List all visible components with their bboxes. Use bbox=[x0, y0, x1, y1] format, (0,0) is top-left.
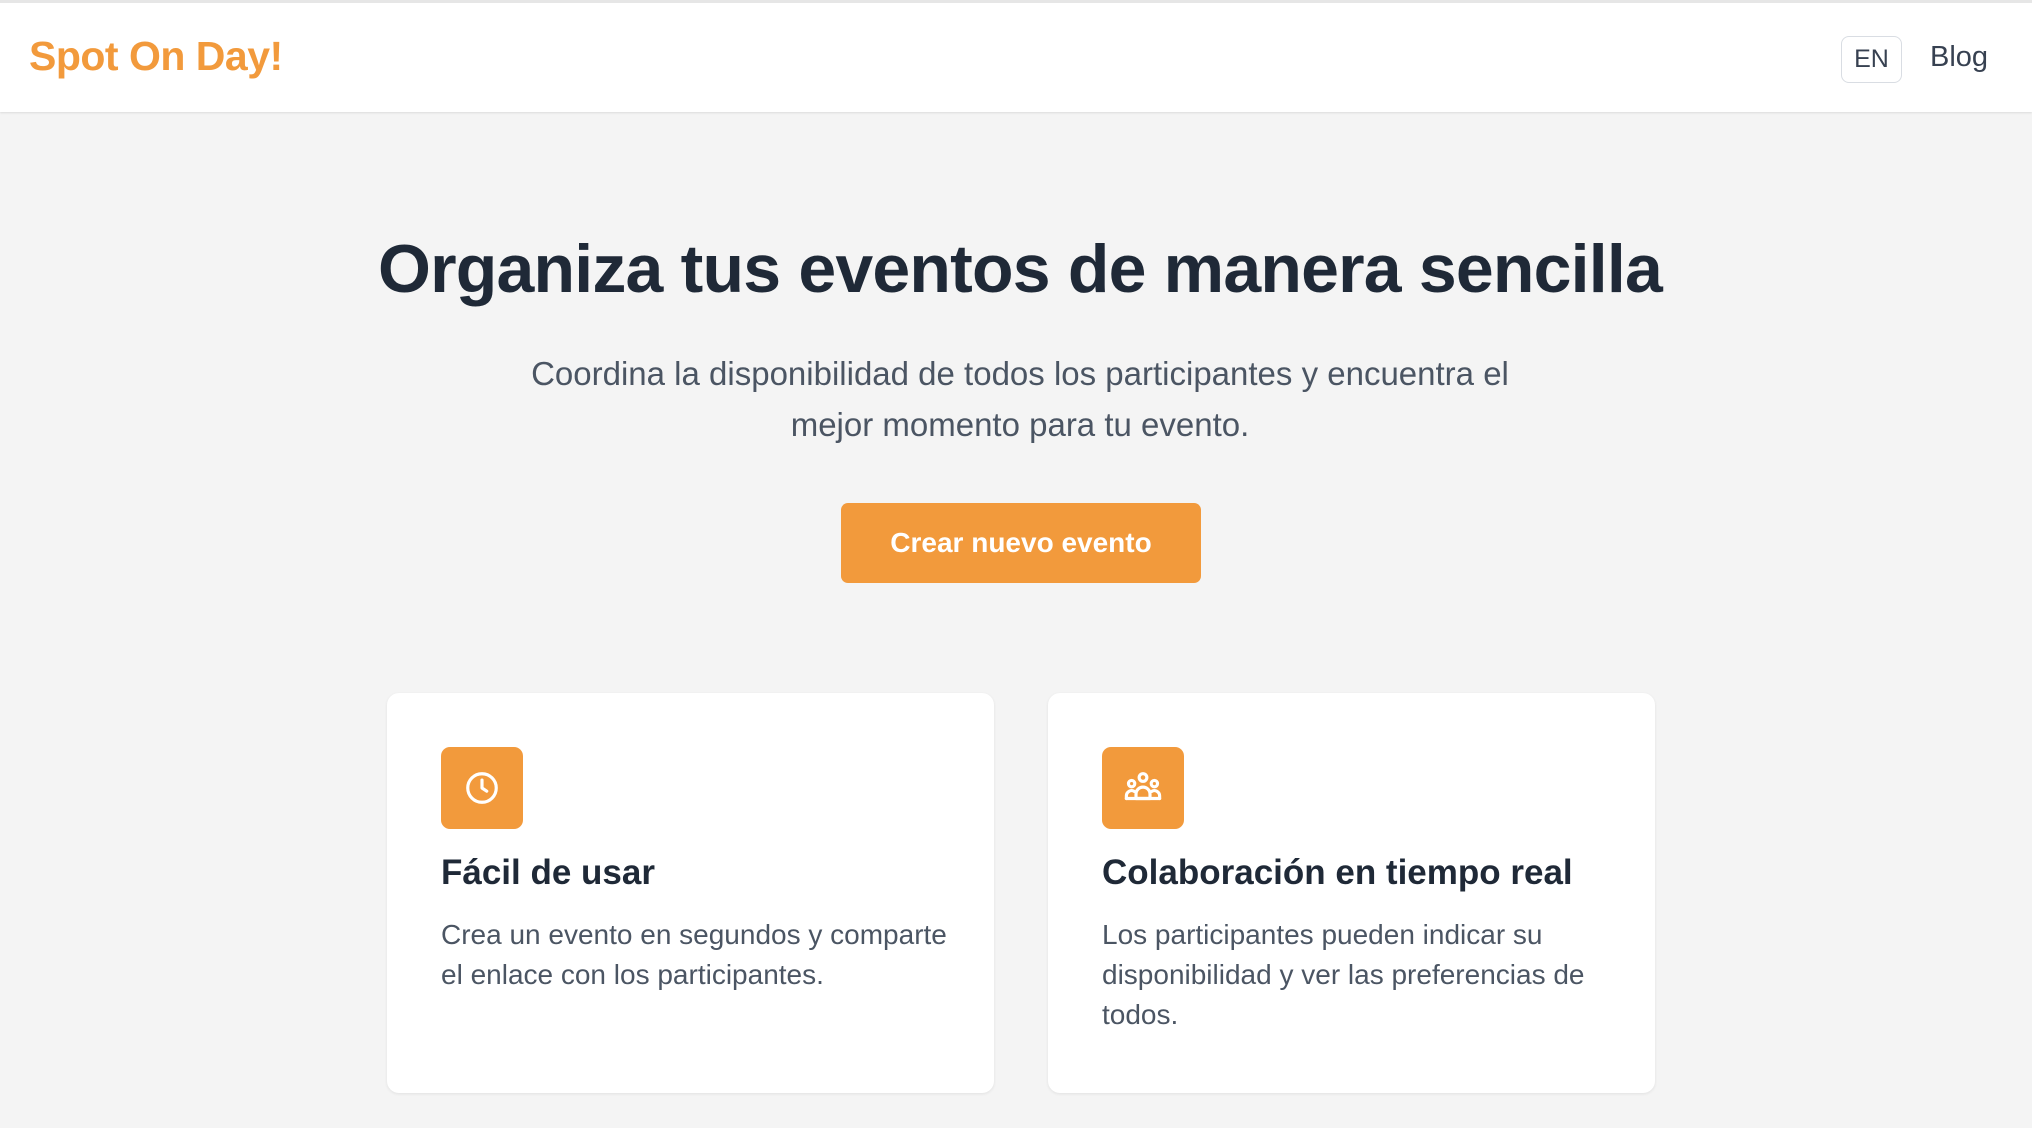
top-navbar: Spot On Day! EN Blog bbox=[0, 0, 2032, 112]
brand-logo[interactable]: Spot On Day! bbox=[29, 33, 283, 80]
hero-title: Organiza tus eventos de manera sencilla bbox=[378, 231, 1663, 307]
feature-title: Colaboración en tiempo real bbox=[1102, 853, 1573, 892]
feature-card-easy-to-use: Fácil de usar Crea un evento en segundos… bbox=[387, 693, 994, 1093]
create-event-button[interactable]: Crear nuevo evento bbox=[841, 503, 1201, 583]
users-group-icon bbox=[1102, 747, 1184, 829]
blog-link[interactable]: Blog bbox=[1930, 41, 1988, 74]
language-toggle-button[interactable]: EN bbox=[1841, 36, 1902, 83]
feature-description: Crea un evento en segundos y comparte el… bbox=[441, 919, 947, 990]
hero-subtitle: Coordina la disponibilidad de todos los … bbox=[531, 355, 1509, 443]
feature-card-realtime-collaboration: Colaboración en tiempo real Los particip… bbox=[1048, 693, 1655, 1093]
feature-title: Fácil de usar bbox=[441, 853, 655, 892]
clock-icon bbox=[441, 747, 523, 829]
feature-description: Los participantes pueden indicar su disp… bbox=[1102, 919, 1585, 1030]
